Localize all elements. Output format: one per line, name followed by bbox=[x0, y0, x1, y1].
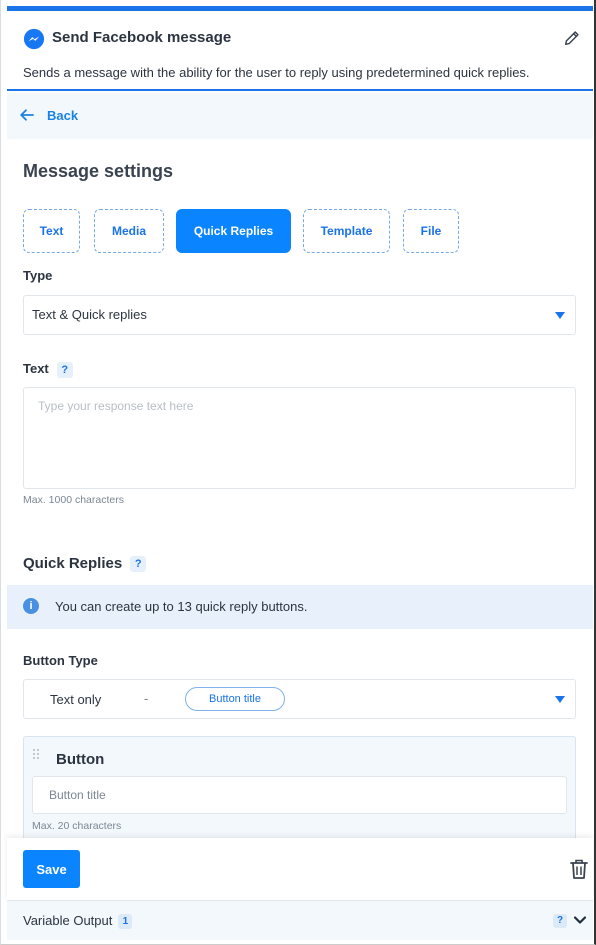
tab-template[interactable]: Template bbox=[303, 209, 390, 253]
tab-file[interactable]: File bbox=[403, 209, 459, 253]
text-char-limit: Max. 1000 characters bbox=[23, 494, 124, 506]
section-title: Message settings bbox=[23, 161, 174, 181]
type-select[interactable]: Text & Quick replies bbox=[23, 295, 576, 335]
tab-text[interactable]: Text bbox=[23, 209, 80, 253]
info-icon: i bbox=[23, 598, 39, 614]
button-title-preview-pill: Button title bbox=[185, 687, 285, 711]
quick-replies-title-text: Quick Replies bbox=[23, 555, 123, 572]
trash-icon[interactable] bbox=[569, 858, 589, 880]
chevron-down-icon[interactable] bbox=[573, 913, 587, 927]
panel-description: Sends a message with the ability for the… bbox=[23, 65, 530, 80]
quick-replies-info-banner: i You can create up to 13 quick reply bu… bbox=[7, 585, 593, 629]
variable-output-text: Variable Output bbox=[23, 913, 113, 928]
save-button[interactable]: Save bbox=[23, 850, 80, 888]
text-label: Text? bbox=[23, 361, 73, 378]
help-icon[interactable]: ? bbox=[130, 556, 147, 573]
type-select-value: Text & Quick replies bbox=[32, 307, 147, 322]
pencil-icon[interactable] bbox=[563, 29, 581, 47]
text-label-text: Text bbox=[23, 361, 49, 376]
info-text: You can create up to 13 quick reply butt… bbox=[55, 599, 308, 614]
button-type-separator: - bbox=[144, 691, 149, 706]
help-icon[interactable]: ? bbox=[553, 914, 567, 928]
panel-header: Send Facebook message Sends a message wi… bbox=[7, 11, 593, 91]
button-title-input[interactable] bbox=[32, 776, 567, 814]
tab-quick-replies[interactable]: Quick Replies bbox=[176, 209, 291, 253]
message-settings-section: Message settings Text Media Quick Replie… bbox=[7, 139, 593, 846]
quick-replies-title: Quick Replies? bbox=[23, 555, 147, 573]
help-icon[interactable]: ? bbox=[56, 361, 73, 378]
messenger-icon bbox=[23, 28, 45, 50]
drag-handle-icon[interactable] bbox=[32, 748, 40, 760]
button-type-select[interactable]: Text only - Button title bbox=[23, 679, 576, 719]
quick-reply-button-card: Button Max. 20 characters bbox=[23, 736, 576, 846]
action-footer: Save bbox=[7, 838, 593, 900]
variable-count-badge: 1 bbox=[118, 914, 133, 930]
button-card-title: Button bbox=[56, 751, 105, 768]
caret-down-icon bbox=[555, 696, 565, 703]
button-type-value: Text only bbox=[50, 692, 102, 707]
caret-down-icon bbox=[555, 312, 565, 319]
button-char-limit: Max. 20 characters bbox=[32, 820, 122, 832]
variable-output-toggle[interactable]: Variable Output 1 ? bbox=[7, 900, 593, 940]
button-type-label: Button Type bbox=[23, 653, 98, 668]
tab-media[interactable]: Media bbox=[94, 209, 164, 253]
node-editor-panel: Send Facebook message Sends a message wi… bbox=[0, 0, 596, 945]
back-button[interactable]: Back bbox=[7, 93, 593, 139]
variable-output-label: Variable Output 1 bbox=[23, 913, 133, 930]
type-label: Type bbox=[23, 268, 53, 283]
arrow-left-icon bbox=[20, 109, 34, 121]
panel-title: Send Facebook message bbox=[52, 29, 232, 46]
back-label: Back bbox=[47, 108, 79, 123]
response-text-input[interactable] bbox=[23, 387, 576, 489]
